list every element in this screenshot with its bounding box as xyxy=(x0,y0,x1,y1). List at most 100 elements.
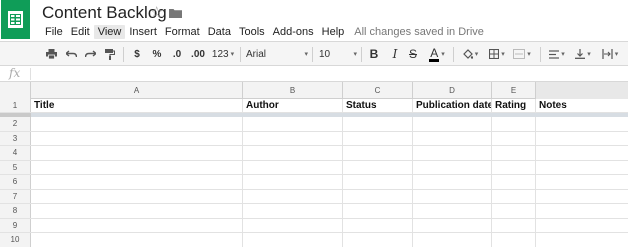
cell-a9[interactable] xyxy=(31,218,243,232)
cell-e7[interactable] xyxy=(492,189,536,203)
font-size-select[interactable]: 10 ▾ xyxy=(319,42,357,66)
menu-data[interactable]: Data xyxy=(204,25,235,39)
cell-d4[interactable] xyxy=(413,146,492,160)
cell-f10[interactable] xyxy=(536,233,628,247)
cell-b9[interactable] xyxy=(243,218,343,232)
cell-f4[interactable] xyxy=(536,146,628,160)
row-header[interactable]: 5 xyxy=(0,160,31,174)
cell-e6[interactable] xyxy=(492,175,536,189)
cell-c2[interactable] xyxy=(343,117,413,131)
document-title[interactable]: Content Backlog xyxy=(42,3,167,23)
cell-a8[interactable] xyxy=(31,204,243,218)
merge-cells-button[interactable]: ▾ xyxy=(511,42,533,66)
row-header[interactable]: 10 xyxy=(0,233,31,247)
save-status[interactable]: All changes saved in Drive xyxy=(354,26,484,38)
text-color-button[interactable]: A ▾ xyxy=(425,42,449,66)
cell-d3[interactable] xyxy=(413,131,492,145)
menu-edit[interactable]: Edit xyxy=(67,25,94,39)
cell-e4[interactable] xyxy=(492,146,536,160)
row-header[interactable]: 1 xyxy=(0,99,31,112)
cell-b6[interactable] xyxy=(243,175,343,189)
select-all-corner[interactable] xyxy=(0,82,31,99)
column-header-a[interactable]: A xyxy=(31,82,243,99)
column-header-b[interactable]: B xyxy=(243,82,343,99)
cell-f1[interactable]: Notes xyxy=(536,99,628,112)
cell-e3[interactable] xyxy=(492,131,536,145)
row-header[interactable]: 4 xyxy=(0,146,31,160)
cell-a5[interactable] xyxy=(31,160,243,174)
menu-help[interactable]: Help xyxy=(318,25,349,39)
cell-d8[interactable] xyxy=(413,204,492,218)
italic-button[interactable]: I xyxy=(389,42,401,66)
cell-a10[interactable] xyxy=(31,233,243,247)
cell-b3[interactable] xyxy=(243,131,343,145)
row-header[interactable]: 6 xyxy=(0,175,31,189)
menu-add-ons[interactable]: Add-ons xyxy=(269,25,318,39)
cell-e9[interactable] xyxy=(492,218,536,232)
cell-c8[interactable] xyxy=(343,204,413,218)
cell-b1[interactable]: Author xyxy=(243,99,343,112)
cell-a2[interactable] xyxy=(31,117,243,131)
undo-button[interactable] xyxy=(64,42,78,66)
row-header[interactable]: 9 xyxy=(0,218,31,232)
cell-f8[interactable] xyxy=(536,204,628,218)
cell-d9[interactable] xyxy=(413,218,492,232)
cell-f9[interactable] xyxy=(536,219,628,233)
redo-button[interactable] xyxy=(83,42,97,66)
cell-f7[interactable] xyxy=(536,190,628,204)
cell-c1[interactable]: Status xyxy=(343,99,413,112)
menu-insert[interactable]: Insert xyxy=(125,25,161,39)
column-header-f[interactable] xyxy=(536,82,628,99)
cell-e1[interactable]: Rating xyxy=(492,99,536,112)
cell-e10[interactable] xyxy=(492,233,536,247)
cell-e8[interactable] xyxy=(492,204,536,218)
formula-input[interactable] xyxy=(34,66,624,81)
menu-view[interactable]: View xyxy=(93,25,126,39)
vertical-align-button[interactable]: ▾ xyxy=(572,42,594,66)
cell-b4[interactable] xyxy=(243,146,343,160)
cell-b5[interactable] xyxy=(243,160,343,174)
cell-f5[interactable] xyxy=(536,161,628,175)
borders-button[interactable]: ▾ xyxy=(486,42,508,66)
cell-c7[interactable] xyxy=(343,189,413,203)
cell-a6[interactable] xyxy=(31,175,243,189)
cell-c10[interactable] xyxy=(343,233,413,247)
cell-f2[interactable] xyxy=(536,117,628,131)
cell-b10[interactable] xyxy=(243,233,343,247)
cell-d1[interactable]: Publication date xyxy=(413,99,492,112)
bold-button[interactable]: B xyxy=(368,42,380,66)
star-icon[interactable]: ☆ xyxy=(150,5,163,20)
cell-a7[interactable] xyxy=(31,189,243,203)
cell-b2[interactable] xyxy=(243,117,343,131)
font-family-select[interactable]: Arial ▾ xyxy=(246,42,308,66)
cell-e2[interactable] xyxy=(492,117,536,131)
column-header-d[interactable]: D xyxy=(413,82,492,99)
menu-format[interactable]: Format xyxy=(161,25,204,39)
decrease-decimals-button[interactable]: .0 xyxy=(170,42,184,66)
text-wrapping-button[interactable]: ▾ xyxy=(598,42,622,66)
cell-f6[interactable] xyxy=(536,175,628,189)
sheets-logo[interactable] xyxy=(1,0,30,39)
cell-a4[interactable] xyxy=(31,146,243,160)
cell-a3[interactable] xyxy=(31,131,243,145)
horizontal-align-button[interactable]: ▾ xyxy=(546,42,568,66)
more-formats-dropdown[interactable]: 123 ▾ xyxy=(211,42,235,66)
cell-b8[interactable] xyxy=(243,204,343,218)
cell-c3[interactable] xyxy=(343,131,413,145)
row-header[interactable]: 7 xyxy=(0,189,31,203)
cell-c6[interactable] xyxy=(343,175,413,189)
currency-format-button[interactable]: $ xyxy=(131,42,143,66)
cell-c9[interactable] xyxy=(343,218,413,232)
row-header[interactable]: 2 xyxy=(0,117,31,131)
row-header[interactable]: 8 xyxy=(0,204,31,218)
menu-file[interactable]: File xyxy=(41,25,67,39)
percent-format-button[interactable]: % xyxy=(150,42,164,66)
column-header-c[interactable]: C xyxy=(343,82,413,99)
cell-b7[interactable] xyxy=(243,189,343,203)
cell-c5[interactable] xyxy=(343,160,413,174)
cell-d5[interactable] xyxy=(413,160,492,174)
cell-c4[interactable] xyxy=(343,146,413,160)
strikethrough-button[interactable]: S xyxy=(407,42,419,66)
menu-tools[interactable]: Tools xyxy=(235,25,269,39)
cell-a1[interactable]: Title xyxy=(31,99,243,112)
